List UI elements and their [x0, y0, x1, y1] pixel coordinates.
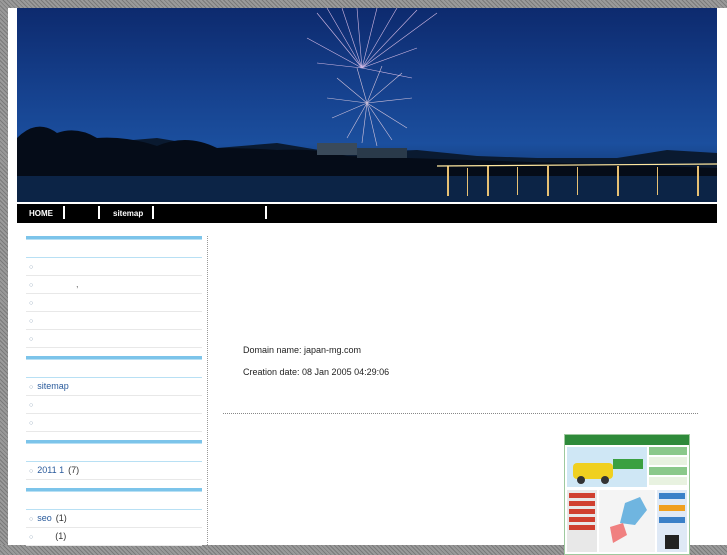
bullet-icon: ○	[29, 300, 34, 307]
fireworks-image	[17, 8, 717, 202]
sidebar-item[interactable]: ○	[26, 330, 202, 348]
sidebar-item[interactable]: ○	[26, 312, 202, 330]
sidebar: ○ ○, ○ ○ ○ ○ sitemap ○ ○ ○ 2011 1 (7) ○ seo(…	[26, 236, 202, 546]
column-divider	[207, 236, 208, 553]
sidebar-item-archive[interactable]: ○ 2011 1 (7)	[26, 462, 202, 480]
nav-separator	[265, 206, 267, 219]
bullet-icon: ○	[29, 420, 34, 427]
sidebar-item[interactable]: ○	[26, 258, 202, 276]
bullet-icon: ○	[29, 468, 34, 475]
nav-separator	[98, 206, 100, 219]
sidebar-item-category[interactable]: ○ (1)	[26, 528, 202, 546]
ad-thumbnail-image	[565, 435, 689, 552]
sidebar-heading	[26, 240, 202, 258]
bullet-icon: ○	[29, 534, 34, 541]
nav-sitemap[interactable]: sitemap	[113, 209, 143, 218]
nav-separator	[63, 206, 65, 219]
content-divider	[223, 413, 698, 414]
sidebar-item[interactable]: ○	[26, 414, 202, 432]
bullet-icon: ○	[29, 402, 34, 409]
domain-name-text: Domain name: japan-mg.com	[243, 345, 362, 355]
bullet-icon: ○	[29, 384, 34, 391]
header-banner	[17, 8, 717, 202]
sidebar-item-category[interactable]: ○ seo (1)	[26, 510, 202, 528]
page: HOME sitemap ○ ○, ○ ○ ○ ○ sitemap ○ ○ ○ 20…	[8, 8, 727, 555]
bullet-icon: ○	[29, 516, 34, 523]
sidebar-heading	[26, 360, 202, 378]
sidebar-item[interactable]: ○	[26, 294, 202, 312]
bullet-icon: ○	[29, 282, 34, 289]
nav-bar: HOME sitemap	[17, 204, 717, 223]
bullet-icon: ○	[29, 336, 34, 343]
sidebar-heading	[26, 444, 202, 462]
creation-date-text: Creation date: 08 Jan 2005 04:29:06	[243, 367, 390, 377]
sidebar-heading	[26, 492, 202, 510]
sidebar-item-sitemap[interactable]: ○ sitemap	[26, 378, 202, 396]
nav-separator	[152, 206, 154, 219]
nav-home[interactable]: HOME	[29, 209, 53, 218]
ad-banner[interactable]	[564, 434, 690, 555]
bullet-icon: ○	[29, 318, 34, 325]
bullet-icon: ○	[29, 264, 34, 271]
sidebar-item[interactable]: ○	[26, 396, 202, 414]
sidebar-item[interactable]: ○,	[26, 276, 202, 294]
